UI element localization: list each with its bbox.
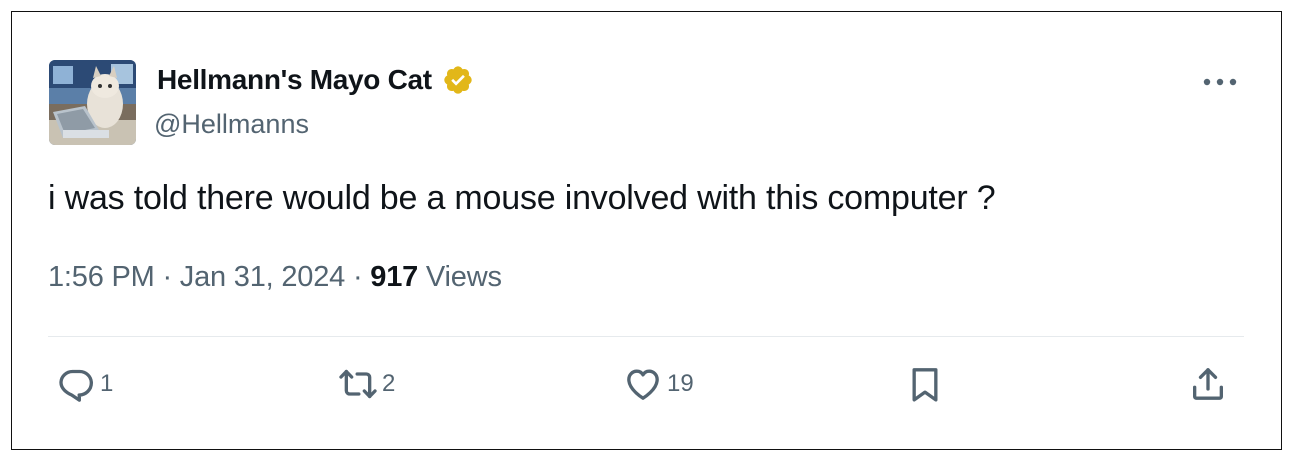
share-button[interactable]	[1188, 364, 1228, 404]
like-button[interactable]: 19	[623, 364, 694, 404]
tweet-text: i was told there would be a mouse involv…	[48, 179, 996, 217]
retweet-count: 2	[382, 370, 396, 397]
verified-badge-icon	[442, 64, 474, 96]
reply-icon	[59, 369, 94, 402]
author-row: Hellmann's Mayo Cat	[157, 64, 474, 96]
tweet-card: Hellmann's Mayo Cat @Hellmanns i was tol…	[11, 11, 1282, 450]
more-options-button[interactable]	[1197, 68, 1243, 96]
retweet-icon	[339, 369, 377, 399]
reply-count: 1	[100, 370, 114, 397]
tweet-meta: 1:56 PM · Jan 31, 2024 · 917 Views	[48, 261, 502, 294]
tweet-date[interactable]: Jan 31, 2024	[180, 261, 346, 293]
like-count: 19	[667, 370, 694, 397]
tweet-time[interactable]: 1:56 PM	[48, 261, 155, 293]
views-label: Views	[418, 261, 502, 293]
share-icon	[1193, 368, 1223, 400]
meta-separator: ·	[345, 261, 371, 293]
avatar[interactable]	[49, 60, 136, 145]
bookmark-button[interactable]	[905, 364, 945, 404]
author-handle[interactable]: @Hellmanns	[154, 109, 309, 140]
display-name[interactable]: Hellmann's Mayo Cat	[157, 64, 432, 96]
retweet-button[interactable]: 2	[338, 364, 395, 404]
more-horizontal-icon	[1203, 78, 1237, 86]
divider	[48, 336, 1244, 337]
bookmark-icon	[912, 368, 938, 402]
heart-icon	[627, 369, 659, 400]
reply-button[interactable]: 1	[56, 364, 113, 404]
views-count: 917	[370, 261, 419, 293]
meta-separator: ·	[154, 261, 180, 293]
